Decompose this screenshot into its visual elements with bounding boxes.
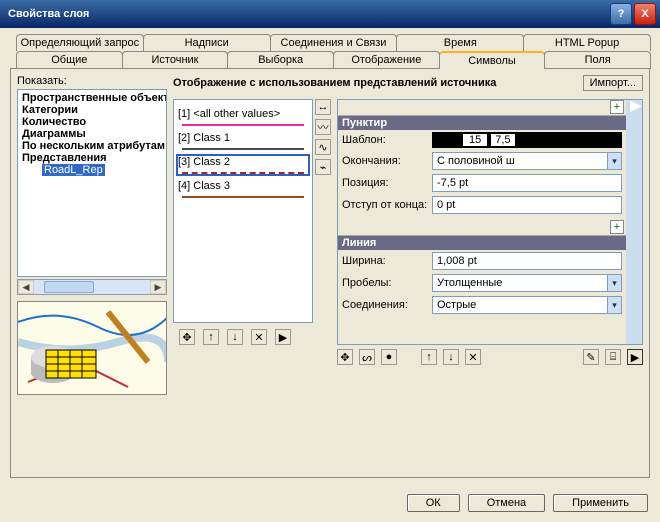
gaps-field[interactable]: ▾ [432, 274, 622, 292]
rule-play-button[interactable]: ▶ [275, 329, 291, 345]
width-label: Ширина: [342, 255, 432, 267]
help-icon[interactable]: ? [610, 3, 632, 25]
import-button[interactable]: Импорт... [583, 75, 643, 91]
tabs-row-lower: Общие Источник Выборка Отображение Симво… [16, 51, 650, 69]
db-icon[interactable]: ⌸ [605, 349, 621, 365]
joins-label: Соединения: [342, 299, 432, 311]
layer-tool-4[interactable]: ⌁ [315, 159, 331, 175]
layer-tool-3[interactable]: ∿ [315, 139, 331, 155]
tool-play-button[interactable]: ▶ [627, 349, 643, 365]
tool-delete-button[interactable]: ✕ [465, 349, 481, 365]
section-dashes-title: Пунктир [342, 117, 387, 129]
gaps-label: Пробелы: [342, 277, 432, 289]
tool-effect2[interactable]: ● [381, 349, 397, 365]
position-field[interactable] [432, 174, 622, 192]
rule-delete-button[interactable]: ✕ [251, 329, 267, 345]
rule-up-button[interactable]: ↑ [203, 329, 219, 345]
endings-label: Окончания: [342, 155, 432, 167]
tree-item-multiattr[interactable]: По нескольким атрибутам [20, 140, 164, 152]
apply-button[interactable]: Применить [553, 494, 648, 512]
tab-fields[interactable]: Поля [544, 51, 651, 69]
rule-item-4[interactable]: [4] Class 3 [178, 180, 308, 198]
joins-field[interactable]: ▾ [432, 296, 622, 314]
offset-label: Отступ от конца: [342, 199, 432, 211]
template-field[interactable]: 15 7,5 [432, 132, 622, 148]
ok-button[interactable]: ОК [407, 494, 460, 512]
tree-item-categories[interactable]: Категории [20, 104, 164, 116]
tabs-row-upper: Определяющий запрос Надписи Соединения и… [16, 34, 650, 51]
pencil-icon[interactable]: ✎ [583, 349, 599, 365]
rule-3-swatch [182, 172, 304, 174]
rule-move-button[interactable]: ✥ [179, 329, 195, 345]
rule-item-3[interactable]: [3] Class 2 [178, 156, 308, 174]
dropdown-icon[interactable]: ▾ [607, 297, 621, 313]
dropdown-icon[interactable]: ▾ [607, 153, 621, 169]
tree-item-representations[interactable]: Представления [20, 152, 164, 164]
width-field[interactable] [432, 252, 622, 270]
tab-general[interactable]: Общие [16, 51, 123, 69]
rule-down-button[interactable]: ↓ [227, 329, 243, 345]
position-label: Позиция: [342, 177, 432, 189]
rule-item-2[interactable]: [2] Class 1 [178, 132, 308, 150]
tab-html-popup[interactable]: HTML Popup [523, 34, 651, 51]
layer-tool-1[interactable]: ↔ [315, 99, 331, 115]
tab-time[interactable]: Время [396, 34, 524, 51]
dropdown-icon[interactable]: ▾ [607, 275, 621, 291]
tool-down-button[interactable]: ↓ [443, 349, 459, 365]
scroll-left-icon[interactable]: ◀ [18, 280, 34, 294]
tree-item-charts[interactable]: Диаграммы [20, 128, 164, 140]
layer-tool-2[interactable]: 〰 [315, 119, 331, 135]
properties-grid: + Пунктир ▶ Шаблон: 15 7,5 Око [338, 100, 626, 344]
rule-2-swatch [182, 148, 304, 150]
tab-display[interactable]: Отображение [333, 51, 440, 69]
scroll-thumb[interactable] [44, 281, 94, 293]
titlebar: Свойства слоя ? X [0, 0, 660, 28]
offset-field[interactable] [432, 196, 622, 214]
section-line-title: Линия [342, 237, 376, 249]
endings-field[interactable]: ▾ [432, 152, 622, 170]
window-title: Свойства слоя [8, 8, 608, 20]
tab-definition-query[interactable]: Определяющий запрос [16, 34, 144, 51]
tree-item-quantities[interactable]: Количество [20, 116, 164, 128]
tab-symbols[interactable]: Символы [439, 51, 546, 69]
tab-labels[interactable]: Надписи [143, 34, 271, 51]
show-tree[interactable]: Пространственные объекты Категории Колич… [17, 89, 167, 277]
template-label: Шаблон: [342, 134, 432, 146]
rules-list[interactable]: [1] <all other values> [2] Class 1 [3] C… [173, 99, 313, 323]
tool-effect1[interactable]: ᔕ [359, 349, 375, 365]
tab-source[interactable]: Источник [122, 51, 229, 69]
preview-image [17, 301, 167, 395]
tab-joins[interactable]: Соединения и Связи [270, 34, 398, 51]
add-section2-button[interactable]: + [610, 220, 624, 234]
tree-item-features[interactable]: Пространственные объекты [20, 92, 164, 104]
tree-scrollbar[interactable]: ◀ ▶ [17, 279, 167, 295]
cancel-button[interactable]: Отмена [468, 494, 545, 512]
close-icon[interactable]: X [634, 3, 656, 25]
panel-heading: Отображение с использованием представлен… [173, 77, 583, 89]
rule-4-swatch [182, 196, 304, 198]
tree-subitem-roadl[interactable]: RoadL_Rep [42, 164, 105, 176]
show-label: Показать: [17, 75, 167, 87]
tab-selection[interactable]: Выборка [227, 51, 334, 69]
rule-1-swatch [182, 124, 304, 126]
props-scrollbar[interactable] [626, 100, 642, 344]
tool-add-layer[interactable]: ✥ [337, 349, 353, 365]
rule-item-1[interactable]: [1] <all other values> [178, 108, 308, 126]
scroll-right-icon[interactable]: ▶ [150, 280, 166, 294]
tool-up-button[interactable]: ↑ [421, 349, 437, 365]
add-section1-button[interactable]: + [610, 100, 624, 114]
